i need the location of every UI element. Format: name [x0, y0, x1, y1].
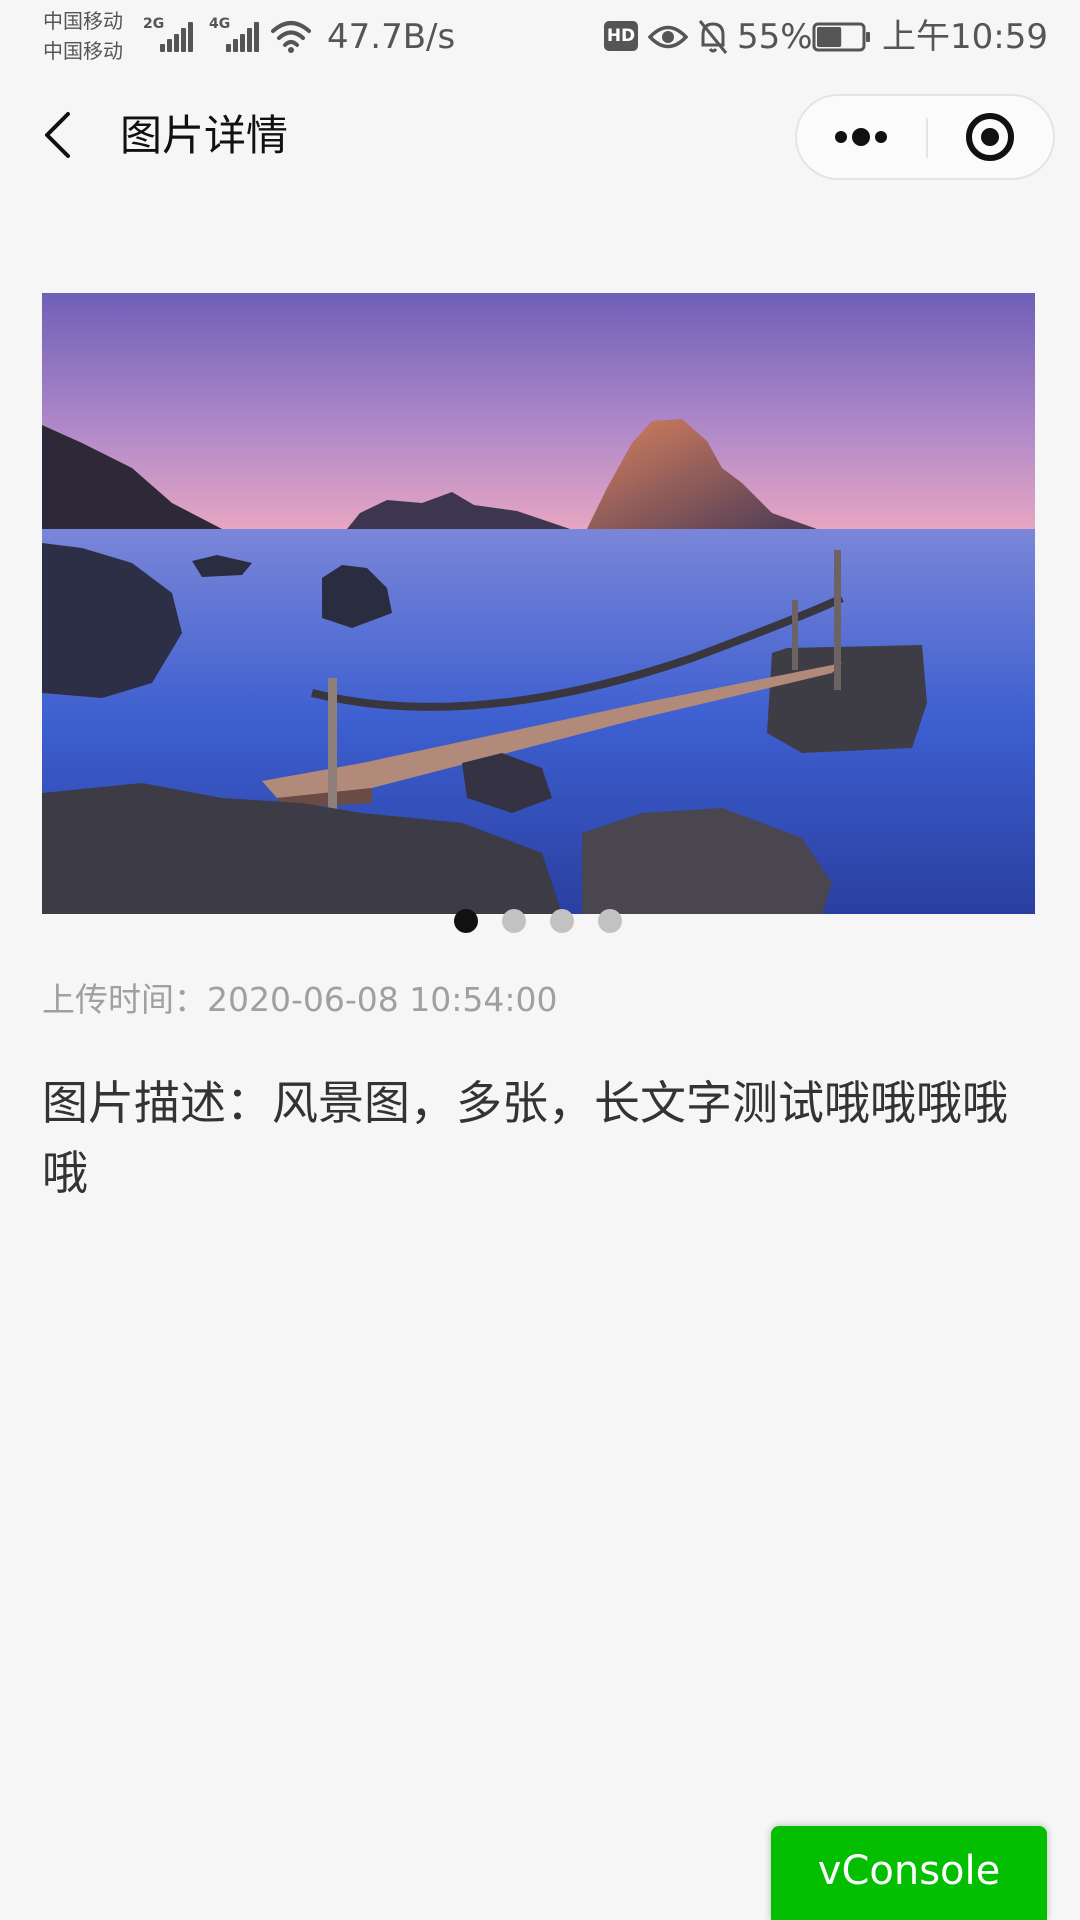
bell-muted-icon — [698, 20, 728, 54]
close-button[interactable] — [928, 96, 1055, 178]
nav-bar: 图片详情 — [0, 80, 1080, 192]
vconsole-button[interactable]: vConsole — [771, 1826, 1047, 1920]
swiper-dot[interactable] — [598, 909, 622, 933]
swiper-dot[interactable] — [454, 909, 478, 933]
swiper-indicator — [0, 909, 1080, 933]
carrier-label: 中国移动 — [43, 9, 123, 33]
page-title: 图片详情 — [120, 111, 289, 160]
battery-icon — [812, 22, 870, 52]
landscape-photo — [42, 293, 1035, 914]
carrier-label: 中国移动 — [43, 39, 123, 63]
hd-badge: HD — [604, 21, 638, 51]
network-speed: 47.7B/s — [327, 17, 456, 57]
wifi-icon — [271, 21, 311, 53]
swiper-dot[interactable] — [550, 909, 574, 933]
signal-icon: 4G — [209, 16, 259, 52]
more-dots-icon — [835, 128, 887, 146]
clock: 上午10:59 — [882, 17, 1048, 57]
chevron-left-icon — [45, 112, 70, 158]
screen: 中国移动 中国移动 2G 4G 47.7B/s HD 55% 上午10:59 图… — [0, 0, 1080, 1920]
back-button[interactable] — [30, 100, 90, 170]
more-button[interactable] — [797, 96, 925, 178]
status-bar: 中国移动 中国移动 2G 4G 47.7B/s HD 55% 上午10:59 — [0, 0, 1080, 74]
image-swiper[interactable] — [42, 293, 1035, 914]
eye-icon — [648, 25, 688, 49]
battery-percent: 55% — [737, 17, 813, 57]
target-circle-icon — [966, 113, 1014, 161]
signal-icon: 2G — [143, 16, 193, 52]
carrier-info: 中国移动 中国移动 — [43, 6, 143, 66]
upload-time: 上传时间：2020-06-08 10:54:00 — [42, 980, 558, 1019]
image-description: 图片描述：风景图，多张，长文字测试哦哦哦哦哦 — [42, 1076, 1008, 1200]
swiper-dot[interactable] — [502, 909, 526, 933]
mini-program-capsule — [795, 94, 1055, 180]
